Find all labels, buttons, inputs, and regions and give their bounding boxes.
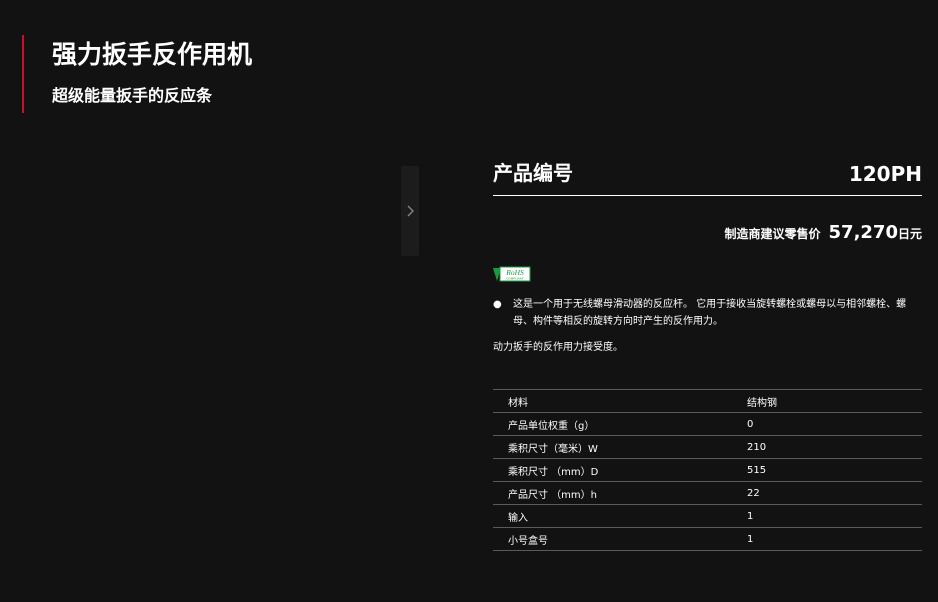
table-row: 产品单位权重（g） 0 — [493, 412, 922, 436]
chevron-right-icon — [407, 205, 414, 217]
spec-value: 结构钢 — [747, 397, 777, 409]
table-row: 输入 1 — [493, 504, 922, 528]
usage-note: 动力扳手的反作用力接受度。 — [493, 342, 623, 353]
spec-label: 乘积尺寸 （mm）D — [508, 466, 599, 478]
spec-table: 材料 结构钢 产品单位权重（g） 0 乘积尺寸（毫米）W 210 乘积尺寸 （m… — [493, 389, 922, 551]
spec-label: 输入 — [508, 512, 528, 524]
spec-label: 材料 — [508, 397, 528, 409]
product-code-value: 120PH — [848, 162, 922, 186]
description-item: ● 这是一个用于无线螺母滑动器的反应杆。 它用于接收当旋转螺栓或螺母以与相邻螺栓… — [493, 296, 922, 330]
spec-label: 小号盒号 — [508, 535, 548, 547]
table-row: 乘积尺寸（毫米）W 210 — [493, 435, 922, 459]
spec-value: 210 — [747, 441, 767, 453]
spec-value: 1 — [747, 510, 754, 522]
product-code-label: 产品编号 — [493, 161, 573, 185]
spec-value: 515 — [747, 464, 767, 476]
spec-value: 22 — [747, 487, 760, 499]
table-row: 小号盒号 1 — [493, 527, 922, 551]
rohs-sub: COMPLIANT — [506, 277, 524, 281]
page-subtitle: 超级能量扳手的反应条 — [52, 86, 213, 105]
price-value: 57,270 — [828, 222, 898, 243]
spec-value: 0 — [747, 418, 754, 430]
product-code-row: 产品编号 120PH — [493, 155, 922, 196]
price-row: 制造商建议零售价 57,270 日元 — [493, 222, 923, 246]
spec-label: 产品单位权重（g） — [508, 420, 595, 432]
spec-label: 产品尺寸 （mm）h — [508, 489, 597, 501]
spec-label: 乘积尺寸（毫米）W — [508, 443, 598, 455]
price-unit: 日元 — [897, 227, 922, 241]
title-block: 强力扳手反作用机 超级能量扳手的反应条 — [22, 35, 252, 113]
description-text: 这是一个用于无线螺母滑动器的反应杆。 它用于接收当旋转螺栓或螺母以与相邻螺栓、螺… — [513, 299, 907, 327]
gallery-next-button[interactable] — [401, 166, 419, 256]
table-row: 材料 结构钢 — [493, 389, 922, 413]
rohs-badge: RoHS COMPLIANT — [493, 266, 922, 282]
table-row: 产品尺寸 （mm）h 22 — [493, 481, 922, 505]
page-title: 强力扳手反作用机 — [52, 40, 253, 69]
spec-value: 1 — [747, 533, 754, 545]
product-info: 产品编号 120PH 制造商建议零售价 57,270 日元 RoHS COMPL… — [493, 155, 922, 551]
bullet-icon: ● — [493, 299, 502, 310]
rohs-logo-icon: RoHS COMPLIANT — [493, 266, 531, 282]
price-label: 制造商建议零售价 — [724, 227, 821, 241]
table-row: 乘积尺寸 （mm）D 515 — [493, 458, 922, 482]
